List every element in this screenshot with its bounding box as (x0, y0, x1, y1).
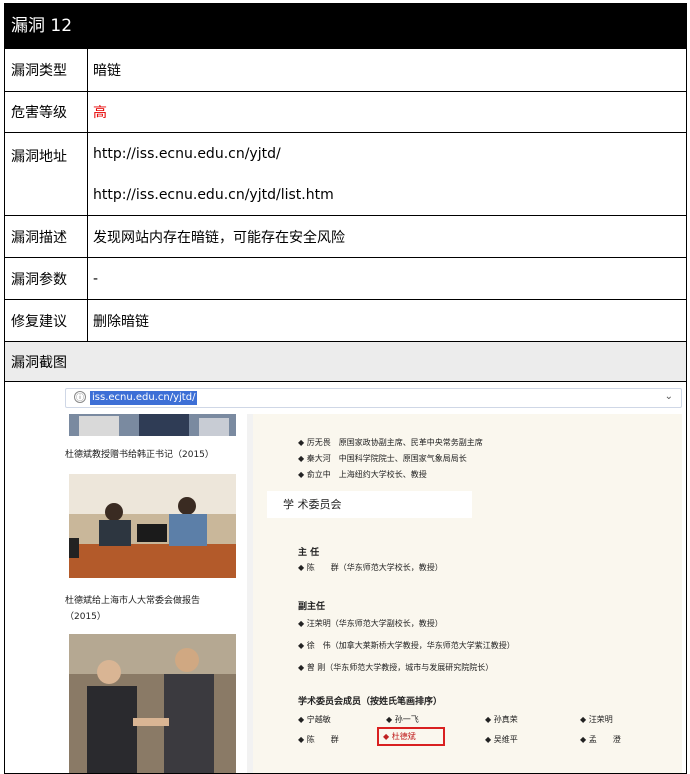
value-fix-advice: 删除暗链 (93, 313, 149, 330)
label-risk-level: 危害等级 (5, 92, 88, 132)
news-photo-top (69, 414, 236, 436)
deputy-item: ◆ 汪荣明（华东师范大学副校长，教授） (298, 619, 443, 628)
value-vuln-type: 暗链 (93, 63, 121, 79)
row-risk-level: 危害等级 高 (5, 91, 686, 132)
member-item: ◆ 孙一飞 (386, 715, 419, 724)
news-caption-2[interactable]: 杜德斌给上海市人大常委会做报告 (65, 594, 200, 608)
value-risk-level: 高 (93, 105, 107, 121)
web-page: 杜德斌教授赠书给韩正书记（2015） 杜德斌给上海市人大常委会做报告 （2015… (13, 414, 682, 773)
director-item: ◆ 陈 群（华东师范大学校长，教授） (298, 563, 443, 572)
member-item: ◆ 陈 群 (298, 735, 339, 744)
vuln-url-2[interactable]: http://iss.ecnu.edu.cn/yjtd/list.htm (93, 187, 334, 203)
row-vuln-params: 漏洞参数 - (5, 257, 686, 299)
address-url[interactable]: iss.ecnu.edu.cn/yjtd/ (90, 391, 198, 405)
value-vuln-description: 发现网站内存在暗链，可能存在安全风险 (93, 229, 345, 246)
label-screenshot: 漏洞截图 (5, 341, 686, 381)
deputy-heading: 副主任 (298, 602, 326, 612)
chevron-down-icon[interactable]: ⌄ (665, 391, 673, 402)
label-vuln-address: 漏洞地址 (5, 133, 88, 215)
row-fix-advice: 修复建议 删除暗链 (5, 299, 686, 341)
committee-column: ◆ 厉无畏 原国家政协副主席、民革中央常务副主席 ◆ 秦大河 中国科学院院士、原… (253, 414, 682, 773)
vulnerability-card: 漏洞 12 漏洞类型 暗链 危害等级 高 漏洞地址 http://iss.ecn… (4, 3, 687, 774)
evidence-screenshot: ⓘ iss.ecnu.edu.cn/yjtd/ ⌄ 杜德斌教授赠书给韩正书记（2… (5, 381, 686, 773)
info-icon[interactable]: ⓘ (74, 391, 86, 403)
vuln-url-1[interactable]: http://iss.ecnu.edu.cn/yjtd/ (93, 146, 281, 162)
member-item: ◆ 孟 澄 (580, 735, 621, 744)
row-vuln-address: 漏洞地址 http://iss.ecnu.edu.cn/yjtd/ http:/… (5, 132, 686, 215)
member-item: ◆ 吴维平 (485, 735, 518, 744)
vuln-title: 漏洞 12 (5, 4, 686, 48)
label-vuln-params: 漏洞参数 (5, 258, 88, 299)
row-vuln-type: 漏洞类型 暗链 (5, 48, 686, 91)
news-caption-2-year[interactable]: （2015） (65, 610, 106, 624)
director-heading: 主 任 (298, 548, 320, 558)
member-item: ◆ 孙真荣 (485, 715, 518, 724)
row-vuln-description: 漏洞描述 发现网站内存在暗链，可能存在安全风险 (5, 215, 686, 257)
browser-address-bar[interactable]: ⓘ iss.ecnu.edu.cn/yjtd/ ⌄ (65, 388, 682, 408)
value-vuln-params: - (93, 270, 99, 287)
dark-link-highlight[interactable]: ◆ 杜德斌 (377, 727, 445, 746)
label-fix-advice: 修复建议 (5, 300, 88, 341)
member-item: ◆ 宁越敏 (298, 715, 331, 724)
label-vuln-type: 漏洞类型 (5, 49, 88, 91)
news-photo-meeting (69, 474, 236, 578)
news-caption-1[interactable]: 杜德斌教授赠书给韩正书记（2015） (65, 448, 214, 462)
news-column: 杜德斌教授赠书给韩正书记（2015） 杜德斌给上海市人大常委会做报告 （2015… (13, 414, 247, 773)
deputy-item: ◆ 曾 刚（华东师范大学教授，城市与发展研究院院长） (298, 663, 494, 672)
top-list-item: ◆ 厉无畏 原国家政协副主席、民革中央常务副主席 (298, 438, 483, 447)
members-heading: 学术委员会成员（按姓氏笔画排序） (298, 697, 443, 707)
top-list-item: ◆ 俞立中 上海纽约大学校长、教授 (298, 470, 427, 479)
deputy-item: ◆ 徐 伟（加拿大莱斯桥大学教授，华东师范大学紫江教授） (298, 641, 515, 650)
committee-title: 学 术委员会 (267, 491, 472, 518)
member-item: ◆ 汪荣明 (580, 715, 613, 724)
news-photo-handshake (69, 634, 236, 773)
top-list-item: ◆ 秦大河 中国科学院院士、原国家气象局局长 (298, 454, 467, 463)
label-vuln-description: 漏洞描述 (5, 216, 88, 257)
